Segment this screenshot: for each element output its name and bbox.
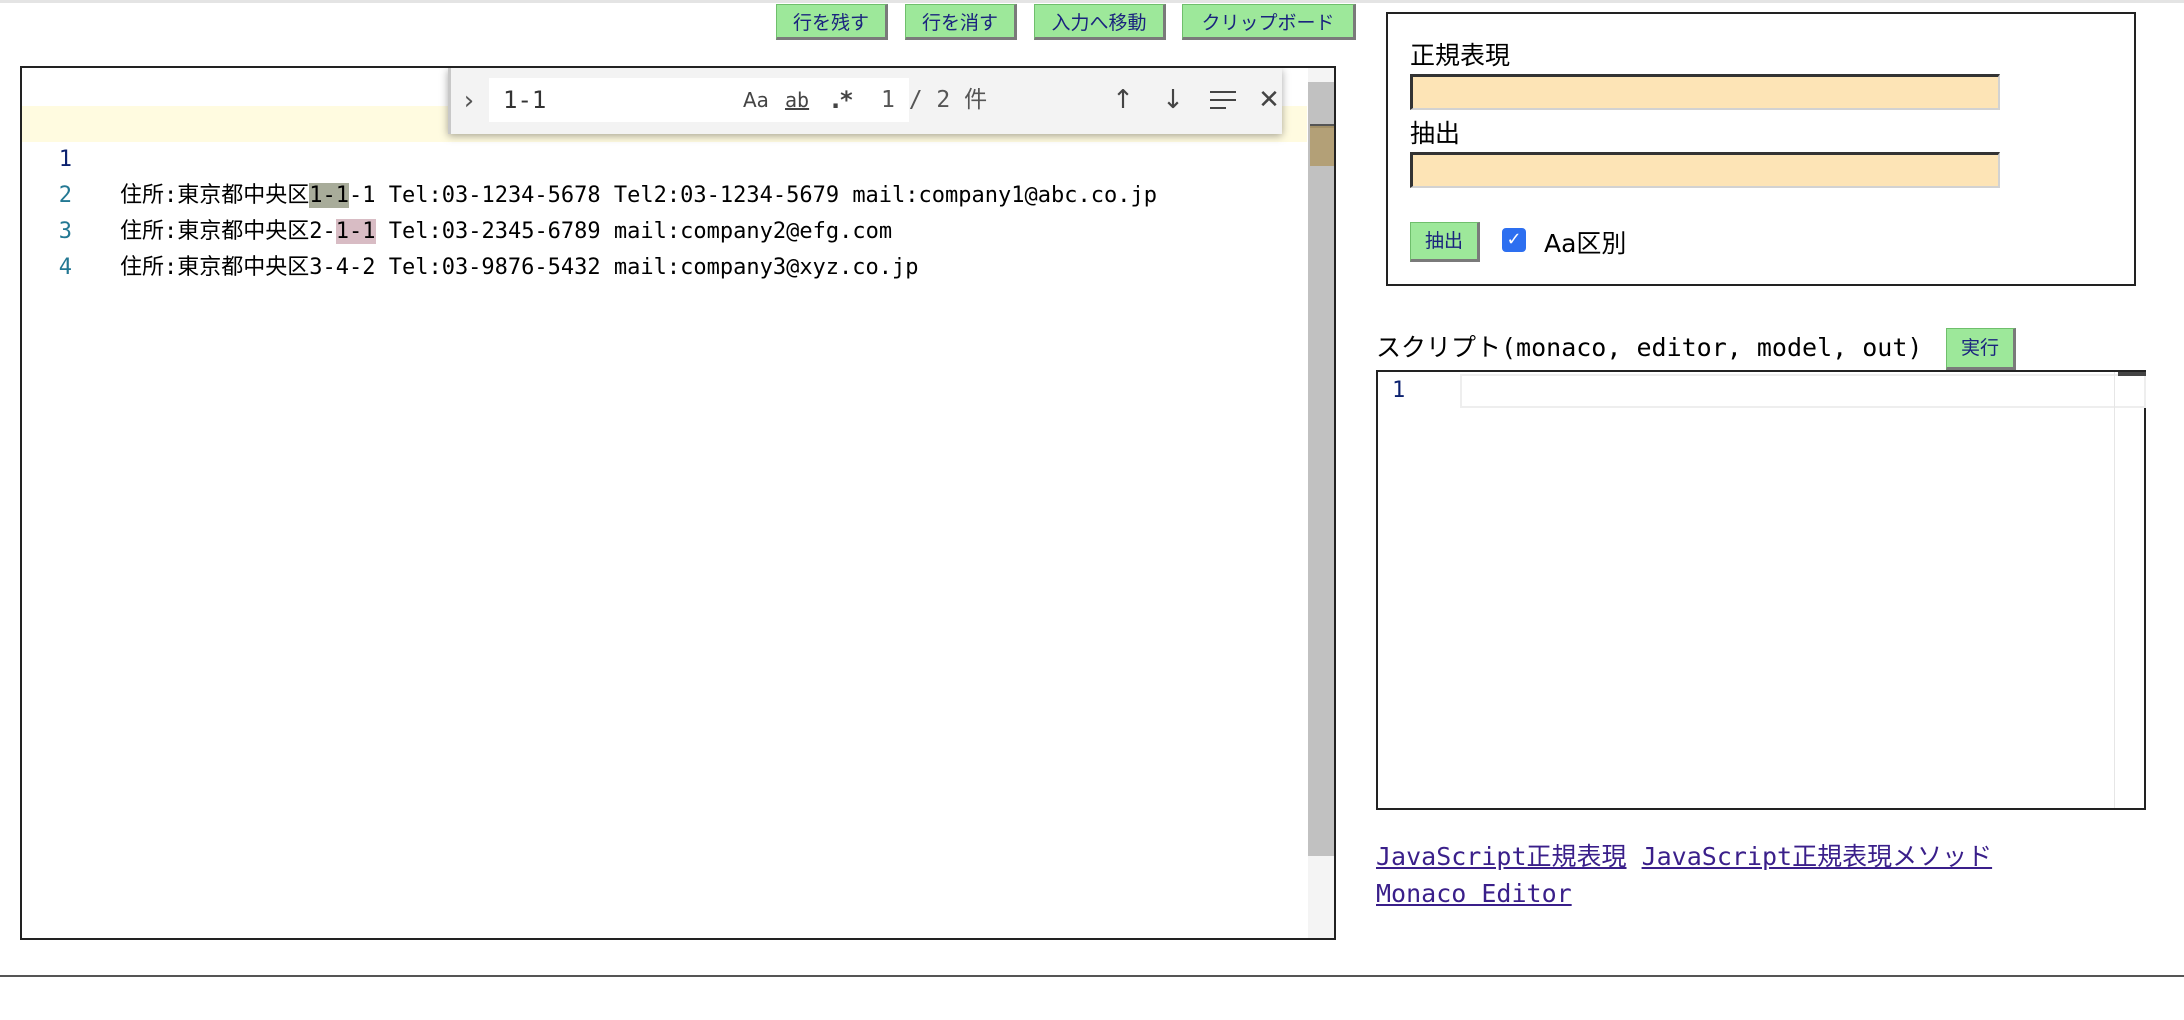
script-scrollbar[interactable] [2114, 372, 2145, 808]
arrow-down-icon[interactable]: ↓ [1155, 80, 1191, 120]
whole-word-toggle[interactable]: ab [785, 78, 809, 122]
keep-lines-button[interactable]: 行を残す [776, 4, 888, 40]
script-ruler-mark [2118, 372, 2146, 376]
match-ruler-mark [1310, 126, 1334, 166]
main-editor[interactable]: 1 住所:東京都中央区1-1-1 Tel:03-1234-5678 Tel2:0… [20, 66, 1336, 940]
reference-links: JavaScript正規表現 JavaScript正規表現メソッド Monaco… [1376, 838, 1992, 912]
vertical-scrollbar-thumb[interactable] [1308, 82, 1334, 856]
regex-toggle[interactable]: .* [831, 78, 853, 122]
move-to-input-button[interactable]: 入力へ移動 [1034, 4, 1166, 40]
case-sensitive-checkbox[interactable]: ✓ [1502, 228, 1526, 252]
monaco-link[interactable]: Monaco Editor [1376, 879, 1572, 908]
line-number: 4 [58, 255, 72, 280]
find-widget: › 1-1 Aa ab .* 1 / 2 件 ↑ ↓ ✕ [448, 68, 1282, 134]
regex-link[interactable]: JavaScript正規表現 [1376, 842, 1627, 871]
editor-line[interactable]: 4 [22, 214, 1307, 280]
find-in-selection-icon[interactable] [1205, 80, 1241, 120]
editor-line[interactable]: 2 住所:東京都中央区2-1-1 Tel:03-2345-6789 mail:c… [22, 142, 1307, 244]
match-case-toggle[interactable]: Aa [743, 78, 769, 122]
script-label: スクリプト(monaco, editor, model, out) [1376, 333, 1923, 362]
extract-panel: 正規表現 抽出 抽出 ✓ Aa区別 [1386, 12, 2136, 286]
extract-label: 抽出 [1410, 119, 1461, 148]
clipboard-button[interactable]: クリップボード [1182, 4, 1356, 40]
regex-label: 正規表現 [1410, 41, 1511, 70]
close-icon[interactable]: ✕ [1251, 80, 1287, 120]
case-sensitive-label: Aa区別 [1544, 229, 1627, 258]
delete-lines-button[interactable]: 行を消す [905, 4, 1017, 40]
arrow-up-icon[interactable]: ↑ [1105, 80, 1141, 120]
selection-lines-icon [1210, 91, 1236, 109]
chevron-right-icon[interactable]: › [457, 84, 481, 118]
line-text: 住所:東京都中央区3-4-2 Tel:03-9876-5432 mail:com… [120, 255, 919, 280]
script-editor[interactable]: 1 [1376, 370, 2146, 810]
match-count: 1 / 2 件 [881, 87, 988, 113]
regex-input[interactable] [1410, 74, 2000, 110]
regex-methods-link[interactable]: JavaScript正規表現メソッド [1642, 842, 1993, 871]
editor-line[interactable]: 3 住所:東京都中央区3-4-2 Tel:03-9876-5432 mail:c… [22, 178, 1307, 280]
extract-input[interactable] [1410, 152, 2000, 188]
top-border [0, 0, 2184, 3]
line-number: 1 [1392, 378, 1406, 403]
extract-button[interactable]: 抽出 [1410, 222, 1480, 262]
run-button[interactable]: 実行 [1946, 328, 2016, 370]
bottom-border [0, 975, 2184, 977]
current-line-box [1460, 374, 2146, 408]
